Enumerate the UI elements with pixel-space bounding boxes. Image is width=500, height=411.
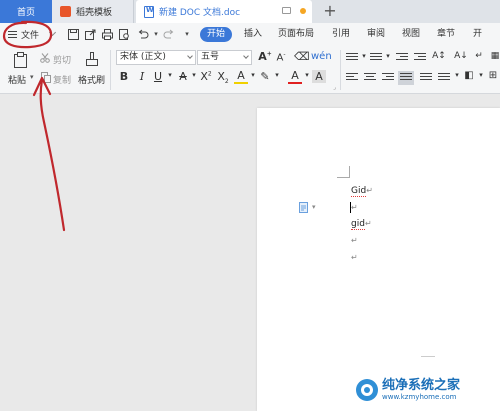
underline-dropdown-icon[interactable]: ▾ bbox=[163, 71, 177, 79]
line-spacing-icon[interactable] bbox=[438, 73, 450, 83]
numbering-dropdown-icon[interactable]: ▾ bbox=[381, 52, 395, 60]
paste-dropdown-icon[interactable]: ▾ bbox=[30, 73, 34, 81]
paste-label[interactable]: 粘贴 bbox=[8, 73, 26, 86]
document-line[interactable]: ↵ bbox=[350, 202, 358, 213]
show-marks-icon[interactable]: ↵ bbox=[472, 51, 486, 61]
tab-chapter[interactable]: 章节 bbox=[437, 23, 455, 46]
document-tool-icon[interactable] bbox=[299, 202, 309, 213]
font-size-select[interactable]: 五号 bbox=[197, 50, 252, 65]
align-center-icon[interactable] bbox=[364, 73, 376, 83]
paragraph-mark-icon: ↵ bbox=[351, 203, 358, 212]
docer-logo-icon bbox=[60, 6, 71, 17]
new-tab-button[interactable]: + bbox=[322, 2, 338, 20]
subscript-icon[interactable]: X2 bbox=[216, 70, 230, 85]
export-icon[interactable] bbox=[83, 27, 97, 41]
watermark-title: 纯净系统之家 bbox=[382, 378, 461, 393]
line-text: gid bbox=[351, 219, 365, 230]
grow-font-icon[interactable]: A+ bbox=[258, 50, 272, 63]
monitor-icon[interactable] bbox=[282, 7, 291, 14]
character-shading-icon[interactable]: A bbox=[312, 70, 326, 83]
tab-review[interactable]: 审阅 bbox=[367, 23, 385, 46]
document-line[interactable]: Gid↵ bbox=[351, 186, 373, 197]
word-doc-icon bbox=[144, 5, 154, 18]
margin-mark bbox=[421, 356, 435, 357]
decrease-indent-icon[interactable] bbox=[396, 53, 408, 63]
document-line[interactable]: gid↵ bbox=[351, 219, 372, 230]
tab-insert[interactable]: 插入 bbox=[244, 23, 262, 46]
chinese-layout-icon[interactable]: A↕ bbox=[432, 51, 446, 61]
paste-icon[interactable] bbox=[12, 51, 30, 69]
annotation-arrow-icon bbox=[39, 78, 66, 232]
file-menu-label: 文件 bbox=[21, 31, 40, 41]
tab-references[interactable]: 引用 bbox=[332, 23, 350, 46]
scissors-icon[interactable] bbox=[40, 53, 50, 63]
format-painter-label[interactable]: 格式刷 bbox=[78, 73, 105, 86]
document-line[interactable]: ↵ bbox=[351, 236, 358, 246]
justify-icon[interactable] bbox=[398, 71, 414, 85]
document-page[interactable]: Gid↵ ↵ gid↵ ↵ ↵ bbox=[257, 108, 500, 411]
paragraph-mark-icon: ↵ bbox=[366, 186, 373, 195]
font-name-select[interactable]: 宋体 (正文) bbox=[116, 50, 196, 65]
ribbon-divider bbox=[110, 50, 111, 90]
bold-icon[interactable]: B bbox=[117, 70, 131, 83]
print-preview-icon[interactable] bbox=[117, 27, 131, 41]
tab-strip: 首页 稻壳模板 新建 DOC 文档.doc + bbox=[0, 0, 500, 23]
site-watermark: 纯净系统之家 www.kzmyhome.com bbox=[356, 372, 496, 408]
tab-document-label: 新建 DOC 文档.doc bbox=[159, 8, 241, 18]
copy-icon[interactable] bbox=[41, 72, 51, 83]
distributed-icon[interactable] bbox=[420, 73, 432, 83]
tab-view[interactable]: 视图 bbox=[402, 23, 420, 46]
undo-icon[interactable] bbox=[136, 27, 150, 41]
unsaved-dot-icon bbox=[300, 8, 306, 14]
tab-more[interactable]: 开 bbox=[473, 23, 482, 46]
tab-home-label: 首页 bbox=[16, 8, 35, 18]
site-logo-icon bbox=[356, 379, 378, 401]
margin-mark bbox=[337, 177, 349, 178]
tab-template[interactable]: 稻壳模板 bbox=[52, 0, 134, 23]
hamburger-icon bbox=[8, 31, 17, 38]
paragraph-mark-icon: ↵ bbox=[351, 253, 358, 262]
bullets-dropdown-icon[interactable]: ▾ bbox=[357, 52, 371, 60]
line-text: Gid bbox=[351, 186, 367, 197]
chevron-down-icon bbox=[187, 53, 193, 59]
margin-mark bbox=[349, 166, 350, 178]
borders-icon[interactable]: ⊞ bbox=[486, 70, 500, 81]
copy-label[interactable]: 复制 bbox=[53, 73, 71, 86]
clear-format-icon[interactable]: ⌫ bbox=[294, 50, 310, 63]
watermark-url: www.kzmyhome.com bbox=[382, 393, 457, 401]
phonetic-guide-icon[interactable]: wén bbox=[311, 51, 332, 62]
italic-icon[interactable]: I bbox=[135, 70, 149, 83]
font-name-value: 宋体 (正文) bbox=[120, 52, 166, 62]
customize-toolbar-icon[interactable]: ▾ bbox=[180, 27, 194, 41]
cut-label[interactable]: 剪切 bbox=[53, 53, 71, 66]
superscript-icon[interactable]: X2 bbox=[199, 70, 213, 83]
tab-page-layout[interactable]: 页面布局 bbox=[278, 23, 314, 46]
redo-icon[interactable] bbox=[162, 27, 176, 41]
tab-template-label: 稻壳模板 bbox=[76, 8, 113, 18]
format-painter-icon[interactable] bbox=[83, 51, 101, 69]
document-line[interactable]: ↵ bbox=[351, 253, 358, 263]
tab-start[interactable]: 开始 bbox=[200, 27, 233, 42]
more-paragraph-icon[interactable]: ▦ bbox=[488, 51, 500, 61]
font-dialog-launcher-icon[interactable]: ⌟ bbox=[333, 84, 336, 91]
paragraph-mark-icon: ↵ bbox=[364, 219, 372, 228]
save-icon[interactable] bbox=[66, 27, 80, 41]
highlight-dropdown-icon[interactable]: ▾ bbox=[270, 71, 284, 79]
font-size-value: 五号 bbox=[201, 52, 220, 62]
undo-dropdown-icon[interactable]: ▾ bbox=[149, 27, 163, 41]
file-menu-button[interactable]: 文件 bbox=[8, 26, 39, 43]
print-icon[interactable] bbox=[100, 27, 114, 41]
shrink-font-icon[interactable]: A- bbox=[274, 51, 288, 63]
document-tool-dropdown-icon[interactable]: ▾ bbox=[312, 203, 316, 211]
paragraph-mark-icon: ↵ bbox=[351, 236, 358, 245]
align-left-icon[interactable] bbox=[346, 73, 358, 83]
tab-home[interactable]: 首页 bbox=[0, 0, 52, 23]
increase-indent-icon[interactable] bbox=[414, 53, 426, 63]
align-right-icon[interactable] bbox=[382, 73, 394, 83]
sort-icon[interactable]: A↓ bbox=[454, 51, 468, 61]
chevron-down-icon bbox=[243, 53, 249, 59]
ribbon-divider bbox=[340, 50, 341, 90]
